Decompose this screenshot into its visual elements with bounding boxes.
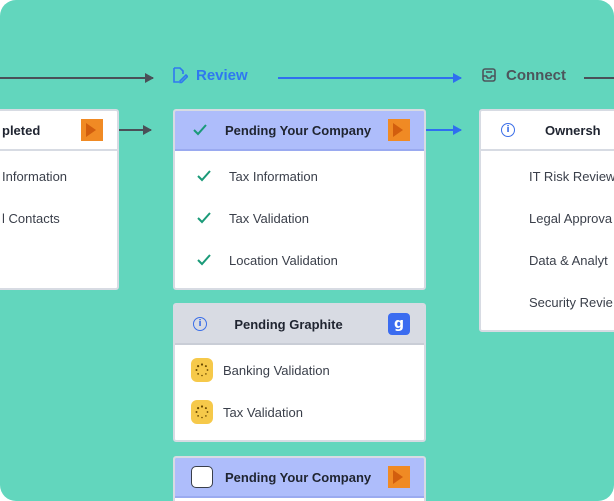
pending-company-card[interactable]: Pending Your Company Tax Information Tax… (173, 109, 426, 290)
orange-brand-logo (388, 119, 410, 141)
list-item: Security Revie (529, 294, 613, 310)
orange-brand-logo (81, 119, 103, 141)
stage-connect-label: Connect (506, 66, 566, 84)
list-item: Legal Approva (529, 210, 613, 226)
list-item: l Contacts (2, 210, 60, 226)
pending-company-card-2-title: Pending Your Company (225, 469, 372, 485)
list-item: Information (2, 168, 68, 184)
checkmark-icon (193, 165, 215, 187)
checkmark-icon (193, 249, 215, 271)
graphite-logo: g (388, 313, 410, 335)
stage-connect[interactable]: Connect (480, 66, 566, 84)
inbox-icon (482, 68, 496, 82)
ownership-card-title: Ownersh (545, 122, 601, 138)
list-item: Tax Validation (175, 391, 424, 433)
list-item: IT Risk Review (529, 168, 614, 184)
completed-card-title: pleted (2, 122, 41, 138)
pending-company-card-2-header: Pending Your Company (175, 458, 424, 498)
ownership-card[interactable]: i Ownersh IT Risk Review Legal Approva D… (479, 109, 614, 332)
info-icon: i (501, 123, 515, 137)
completed-card-header: pleted (0, 111, 117, 151)
stage-review[interactable]: Review (170, 66, 248, 84)
checkmark-icon (193, 207, 215, 229)
empty-checkbox-icon (191, 466, 213, 488)
checkmark-icon (189, 124, 211, 136)
list-item: Data & Analyt (529, 252, 608, 268)
list-item: Tax Validation (175, 197, 424, 239)
pending-graphite-card-title: Pending Graphite (234, 316, 343, 332)
info-icon: i (193, 317, 207, 331)
stage-review-label: Review (196, 66, 248, 84)
pending-company-card-header: Pending Your Company (175, 111, 424, 151)
completed-card[interactable]: pleted Information l Contacts (0, 109, 119, 290)
workflow-canvas: Review Connect pleted Information l Cont… (0, 0, 614, 501)
list-item: Banking Validation (175, 349, 424, 391)
list-item: Location Validation (175, 239, 424, 281)
edit-document-icon (173, 67, 188, 84)
pending-company-card-2[interactable]: Pending Your Company (173, 456, 426, 501)
pending-company-card-title: Pending Your Company (225, 122, 372, 138)
loading-spinner-icon (191, 400, 213, 424)
orange-brand-logo (388, 466, 410, 488)
pending-graphite-card[interactable]: i Pending Graphite g Banking Validation (173, 303, 426, 442)
loading-spinner-icon (191, 358, 213, 382)
ownership-card-header: i Ownersh (481, 111, 614, 151)
list-item: Tax Information (175, 155, 424, 197)
pending-graphite-card-header: i Pending Graphite g (175, 305, 424, 345)
